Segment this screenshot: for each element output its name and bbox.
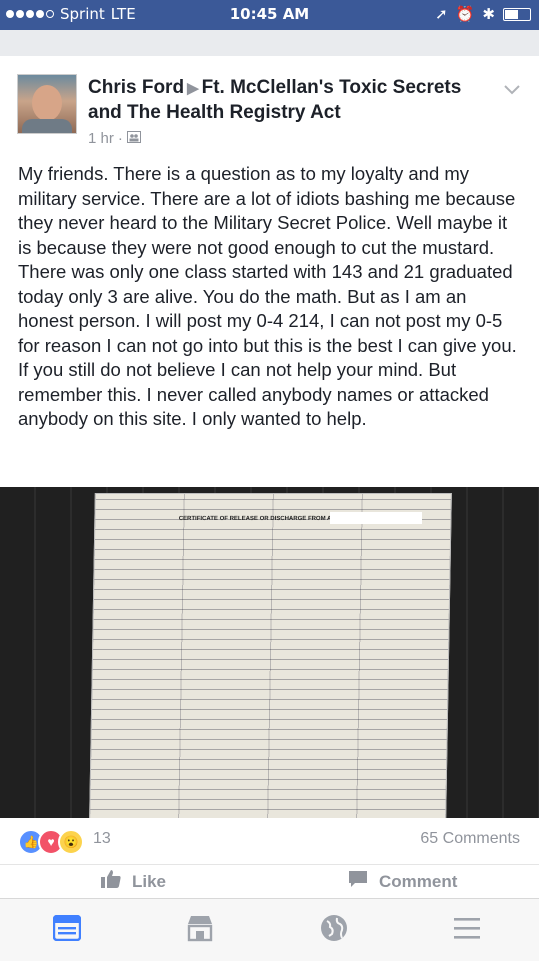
comment-label: Comment (379, 871, 458, 891)
comments-count[interactable]: 65 Comments (420, 830, 520, 848)
marketplace-icon[interactable] (184, 913, 216, 943)
share-arrow-icon: ▶ (187, 80, 199, 97)
wow-reaction-icon: 😮 (58, 829, 84, 855)
post-body: My friends. There is a question as to my… (18, 163, 517, 429)
like-label: Like (132, 871, 167, 891)
post-photo[interactable]: CERTIFICATE OF RELEASE OR DISCHARGE FROM… (0, 487, 539, 818)
alarm-icon: ⏰ (455, 5, 475, 23)
post-header: Chris Ford ▶ Ft. McClellan's Toxic Secrets… (0, 56, 539, 156)
comment-icon (347, 869, 369, 894)
chevron-down-icon[interactable] (503, 76, 521, 102)
action-bar: Like Comment (0, 864, 539, 899)
post-meta: 1 hr · (88, 130, 141, 147)
news-feed-icon[interactable] (51, 913, 83, 943)
battery-icon (503, 7, 531, 21)
author-name[interactable]: Chris Ford (88, 77, 184, 98)
like-button[interactable]: Like (100, 869, 166, 894)
thumbs-up-icon (100, 869, 122, 894)
status-bar: Sprint LTE 10:45 AM ➚ ⏰ ✱ (0, 0, 539, 30)
feed-divider (0, 30, 539, 56)
avatar[interactable] (17, 74, 77, 134)
redaction-box (330, 512, 422, 524)
tab-bar (0, 898, 539, 961)
bluetooth-icon: ✱ (482, 5, 495, 23)
group-icon (126, 130, 141, 147)
discharge-document: CERTIFICATE OF RELEASE OR DISCHARGE FROM… (89, 493, 452, 818)
reactions-bar: 👍 ♥ 😮 13 65 Comments (0, 818, 539, 864)
reaction-icons[interactable]: 👍 ♥ 😮 (18, 829, 84, 855)
reaction-count[interactable]: 13 (93, 830, 111, 848)
menu-icon[interactable] (451, 913, 483, 943)
comment-button[interactable]: Comment (347, 869, 457, 894)
globe-icon[interactable] (318, 913, 350, 943)
post-author-line: Chris Ford ▶ Ft. McClellan's Toxic Secrets… (88, 76, 498, 125)
location-icon: ➚ (435, 5, 448, 23)
status-icons: ➚ ⏰ ✱ (435, 5, 531, 23)
post-time[interactable]: 1 hr (88, 130, 114, 147)
